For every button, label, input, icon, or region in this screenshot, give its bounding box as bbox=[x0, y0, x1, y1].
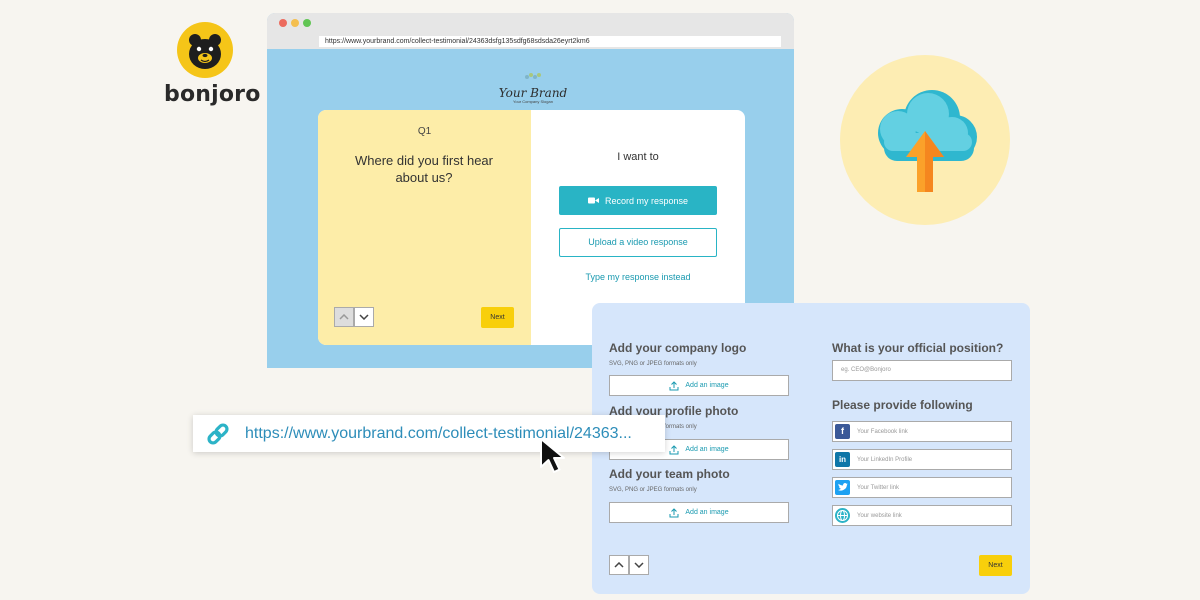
twitter-icon bbox=[835, 480, 850, 495]
add-image-label: Add an image bbox=[685, 382, 729, 389]
chevron-up-icon bbox=[339, 314, 349, 320]
position-input[interactable]: eg. CEO@Bonjoro bbox=[832, 360, 1012, 381]
links-heading: Please provide following bbox=[832, 398, 973, 412]
add-image-label: Add an image bbox=[685, 446, 729, 453]
linkedin-field[interactable]: in Your LinkedIn Profile bbox=[832, 449, 1012, 470]
linkedin-placeholder: Your LinkedIn Profile bbox=[857, 456, 913, 463]
team-photo-heading: Add your team photo bbox=[609, 467, 730, 481]
share-link-bar[interactable]: https://www.yourbrand.com/collect-testim… bbox=[193, 415, 665, 452]
upload-icon bbox=[669, 444, 679, 454]
question-text: Where did you first hear about us? bbox=[354, 153, 493, 185]
facebook-field[interactable]: f Your Facebook link bbox=[832, 421, 1012, 442]
brand-logo: Your Brand Your Company Slogan bbox=[493, 68, 573, 104]
close-dot[interactable] bbox=[279, 19, 287, 27]
add-company-logo-button[interactable]: Add an image bbox=[609, 375, 789, 396]
chevron-down-icon bbox=[634, 562, 644, 568]
video-camera-icon bbox=[587, 197, 599, 204]
globe-icon bbox=[835, 508, 850, 523]
type-response-link[interactable]: Type my response instead bbox=[531, 272, 745, 282]
upload-graphic bbox=[840, 55, 1010, 225]
upload-video-button[interactable]: Upload a video response bbox=[559, 228, 717, 257]
record-response-button[interactable]: Record my response bbox=[559, 186, 717, 215]
facebook-icon: f bbox=[835, 424, 850, 439]
question-number: Q1 bbox=[417, 126, 432, 137]
link-icon bbox=[207, 422, 229, 445]
next-button[interactable]: Next bbox=[979, 555, 1012, 576]
website-placeholder: Your website link bbox=[857, 512, 902, 519]
browser-toolbar: https://www.yourbrand.com/collect-testim… bbox=[267, 13, 794, 49]
company-logo-hint: SVG, PNG or JPEG formats only bbox=[609, 361, 697, 367]
upload-icon bbox=[669, 507, 679, 517]
next-question-button[interactable] bbox=[354, 307, 374, 327]
question-panel: Q1 Where did you first hear about us? Ne… bbox=[318, 110, 531, 345]
brand-name: Your Brand bbox=[498, 86, 568, 100]
maximize-dot[interactable] bbox=[303, 19, 311, 27]
twitter-field[interactable]: Your Twitter link bbox=[832, 477, 1012, 498]
team-photo-hint: SVG, PNG or JPEG formats only bbox=[609, 487, 697, 493]
add-team-photo-button[interactable]: Add an image bbox=[609, 502, 789, 523]
response-heading: I want to bbox=[617, 151, 659, 163]
question-stepper bbox=[334, 307, 374, 327]
chevron-up-icon bbox=[614, 562, 624, 568]
company-logo-heading: Add your company logo bbox=[609, 341, 747, 355]
previous-button[interactable] bbox=[609, 555, 629, 575]
minimize-dot[interactable] bbox=[291, 19, 299, 27]
linkedin-icon: in bbox=[835, 452, 850, 467]
brand-leaves-icon bbox=[525, 73, 541, 79]
next-button[interactable]: Next bbox=[481, 307, 514, 328]
add-image-label: Add an image bbox=[685, 509, 729, 516]
chevron-down-icon bbox=[359, 314, 369, 320]
website-field[interactable]: Your website link bbox=[832, 505, 1012, 526]
facebook-placeholder: Your Facebook link bbox=[857, 428, 908, 435]
twitter-placeholder: Your Twitter link bbox=[857, 484, 900, 491]
next-question-button[interactable] bbox=[629, 555, 649, 575]
address-bar[interactable]: https://www.yourbrand.com/collect-testim… bbox=[319, 36, 781, 47]
mouse-cursor-icon bbox=[540, 438, 565, 473]
form-stepper bbox=[609, 555, 649, 575]
record-response-label: Record my response bbox=[604, 195, 689, 206]
position-heading: What is your official position? bbox=[832, 341, 1004, 355]
bear-icon bbox=[177, 22, 233, 78]
upload-icon bbox=[669, 380, 679, 390]
bonjoro-logo: bonjoro bbox=[164, 22, 261, 107]
previous-button[interactable] bbox=[334, 307, 354, 327]
cloud-upload-icon bbox=[878, 90, 977, 192]
bonjoro-wordmark: bonjoro bbox=[164, 82, 261, 107]
